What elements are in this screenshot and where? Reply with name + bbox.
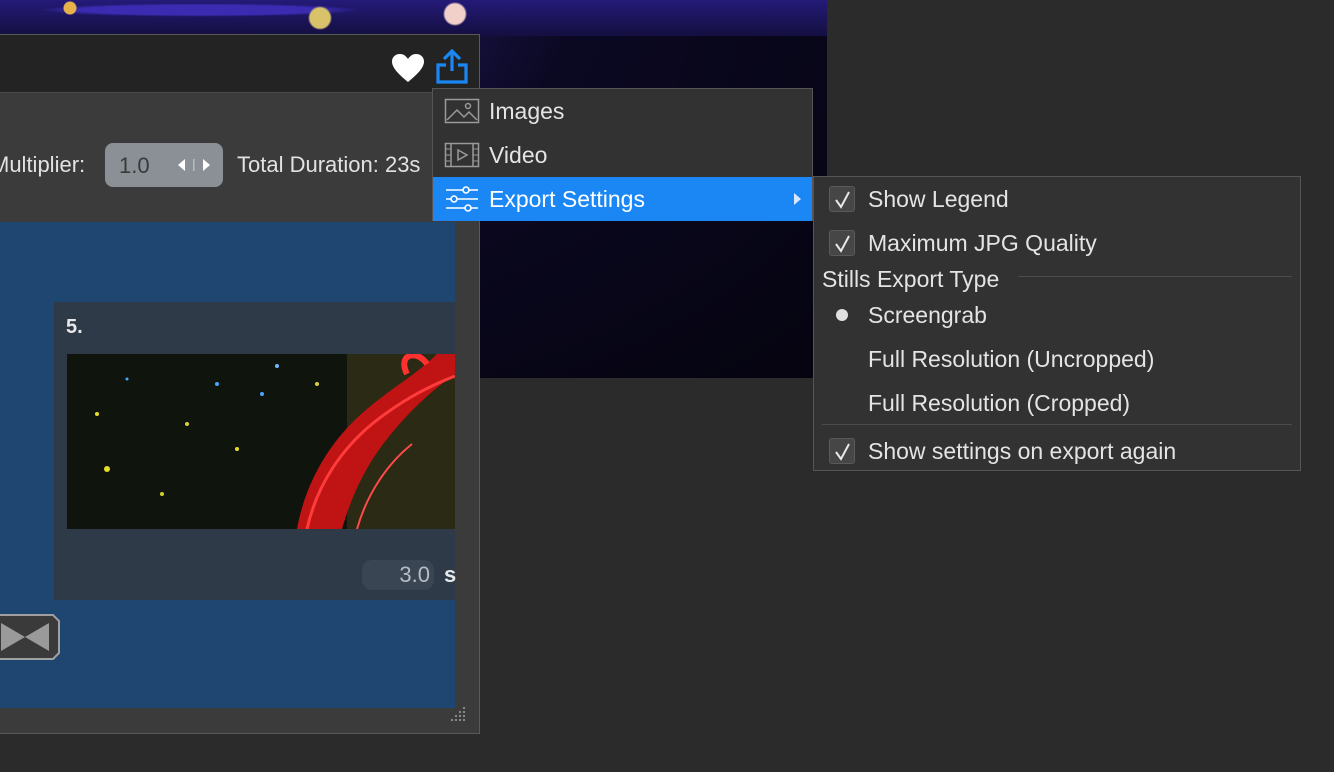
menu-item-images[interactable]: Images (433, 89, 812, 133)
clip-card[interactable]: 5. 3.0 s (54, 302, 457, 600)
image-icon (444, 98, 480, 124)
show-legend-checkbox[interactable] (829, 186, 855, 212)
max-jpg-quality-option[interactable]: Maximum JPG Quality (814, 221, 1300, 265)
total-duration: Total Duration: 23s (237, 152, 421, 177)
export-menu: Images Video Export Settings (432, 88, 813, 221)
section-divider (1018, 276, 1292, 277)
playback-controls: Multiplier: 1.0 Total Duration: 23s (0, 93, 479, 221)
multiplier-label: Multiplier: (0, 152, 86, 177)
menu-item-label: Images (489, 98, 565, 124)
menu-item-export-settings[interactable]: Export Settings (433, 177, 812, 221)
share-export-icon[interactable] (435, 49, 469, 85)
panel-header (0, 35, 479, 93)
story-timeline: 5. 3.0 s (0, 222, 457, 708)
checkmark-icon (835, 443, 850, 461)
max-jpg-quality-checkbox[interactable] (829, 230, 855, 256)
show-settings-again-checkbox[interactable] (829, 438, 855, 464)
tissue-image (67, 354, 455, 529)
menu-item-label: Video (489, 142, 548, 168)
export-settings-submenu: Show Legend Maximum JPG Quality Stills E… (813, 176, 1301, 471)
clip-thumbnail[interactable] (67, 354, 455, 529)
stills-export-type-heading: Stills Export Type (822, 266, 1000, 292)
story-panel: Multiplier: 1.0 Total Duration: 23s 5. 3… (0, 34, 480, 734)
stills-option-full-uncropped[interactable]: Full Resolution (Uncropped) (814, 337, 1300, 381)
stepper-arrows-icon[interactable] (173, 157, 215, 173)
multiplier-value[interactable]: 1.0 (119, 153, 150, 179)
stills-option-label: Full Resolution (Uncropped) (868, 346, 1155, 372)
image-viewer-top-strip (0, 0, 827, 36)
show-legend-option[interactable]: Show Legend (814, 177, 1300, 221)
stills-option-label: Full Resolution (Cropped) (868, 390, 1131, 416)
show-settings-again-option[interactable]: Show settings on export again (814, 429, 1300, 473)
clip-duration-unit: s (444, 562, 457, 587)
show-legend-label: Show Legend (868, 186, 1009, 212)
selected-radio-dot (836, 309, 848, 321)
resize-grip-icon[interactable] (447, 703, 469, 725)
heart-icon[interactable] (391, 53, 425, 83)
transition-bowtie-icon[interactable] (0, 609, 61, 665)
menu-item-video[interactable]: Video (433, 133, 812, 177)
stills-option-label: Screengrab (868, 302, 987, 328)
video-icon (444, 142, 480, 168)
multiplier-stepper[interactable]: 1.0 (105, 143, 223, 187)
stills-option-full-cropped[interactable]: Full Resolution (Cropped) (814, 381, 1300, 425)
checkmark-icon (835, 235, 850, 253)
clip-number: 5. (66, 316, 83, 338)
checkmark-icon (835, 191, 850, 209)
menu-item-label: Export Settings (489, 186, 645, 212)
menu-separator (822, 424, 1292, 425)
max-jpg-quality-label: Maximum JPG Quality (868, 230, 1097, 256)
clip-duration-input[interactable]: 3.0 (362, 560, 434, 590)
stills-option-screengrab[interactable]: Screengrab (814, 293, 1300, 337)
show-settings-again-label: Show settings on export again (868, 438, 1177, 464)
chevron-right-icon (794, 193, 801, 205)
sliders-icon (446, 186, 478, 212)
